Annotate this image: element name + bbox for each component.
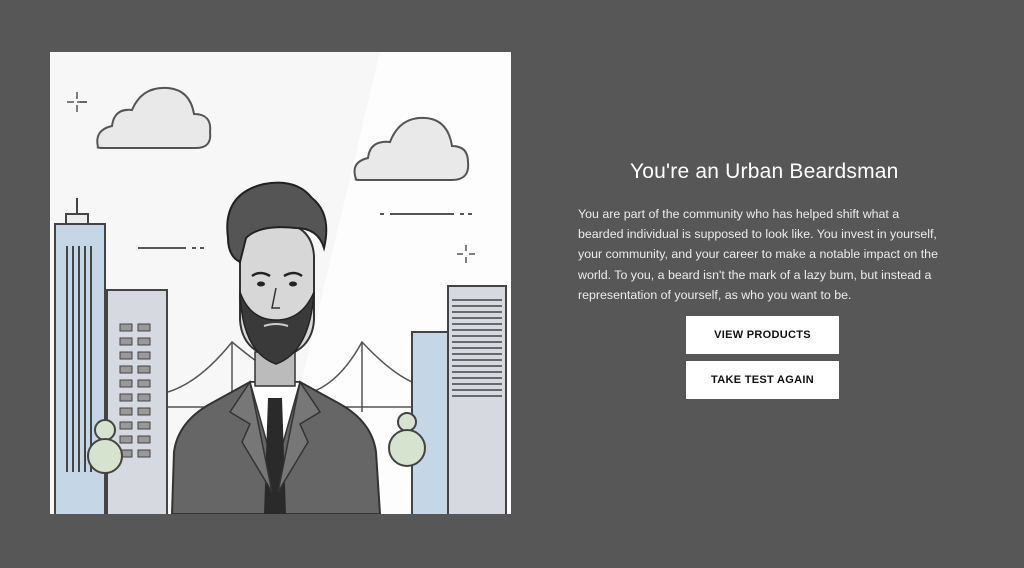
result-description: You are part of the community who has he… [578, 207, 938, 302]
view-products-button[interactable]: VIEW PRODUCTS [686, 316, 839, 354]
beardsman-illustration [50, 52, 511, 514]
result-title: You're an Urban Beardsman [630, 160, 899, 183]
cloud-icon [96, 86, 212, 149]
take-test-again-button[interactable]: TAKE TEST AGAIN [686, 361, 839, 399]
result-panel: You're an Urban Beardsman You are part o… [578, 160, 948, 305]
sparkle-icon [67, 92, 87, 112]
